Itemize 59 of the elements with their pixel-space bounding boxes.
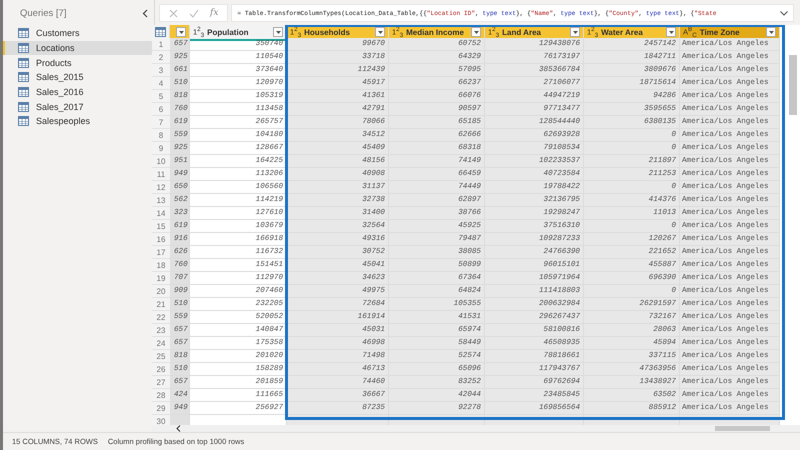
row-number: 16 bbox=[152, 233, 170, 246]
row-number: 9 bbox=[152, 142, 170, 155]
table-icon bbox=[18, 28, 29, 38]
row-number: 1 bbox=[152, 38, 170, 51]
filter-dropdown-icon[interactable] bbox=[375, 27, 385, 37]
collapse-icon[interactable] bbox=[142, 8, 148, 18]
query-item[interactable]: Locations bbox=[3, 40, 152, 56]
chevron-down-icon[interactable] bbox=[780, 10, 788, 16]
row-number: 24 bbox=[152, 337, 170, 350]
row-number: 26 bbox=[152, 363, 170, 376]
query-item[interactable]: Products bbox=[3, 55, 152, 70]
row-number: 2 bbox=[152, 51, 170, 64]
row-number: 12 bbox=[152, 181, 170, 194]
row-number: 21 bbox=[152, 298, 170, 311]
query-item[interactable]: Sales_2016 bbox=[3, 84, 152, 100]
table-icon bbox=[18, 72, 29, 82]
horizontal-scrollbar[interactable] bbox=[715, 426, 770, 431]
row-number: 20 bbox=[152, 285, 170, 298]
row-number: 10 bbox=[152, 155, 170, 168]
row-number: 14 bbox=[152, 207, 170, 220]
scroll-left-icon[interactable] bbox=[176, 425, 181, 432]
row-number: 13 bbox=[152, 194, 170, 207]
filter-dropdown-icon[interactable] bbox=[471, 27, 481, 37]
row-number: 19 bbox=[152, 272, 170, 285]
row-number: 7 bbox=[152, 116, 170, 129]
row-number: 15 bbox=[152, 220, 170, 233]
row-number: 22 bbox=[152, 311, 170, 324]
table-icon bbox=[18, 58, 29, 68]
row-number: 4 bbox=[152, 77, 170, 90]
filter-dropdown-icon[interactable] bbox=[176, 27, 186, 37]
query-item[interactable]: Sales_2015 bbox=[3, 70, 152, 85]
vertical-scrollbar[interactable] bbox=[789, 55, 797, 115]
row-number: 23 bbox=[152, 324, 170, 337]
row-number: 28 bbox=[152, 389, 170, 402]
row-number: 25 bbox=[152, 350, 170, 363]
checkmark-icon[interactable] bbox=[189, 8, 199, 18]
table-icon bbox=[18, 102, 29, 112]
filter-dropdown-icon[interactable] bbox=[666, 27, 676, 37]
filter-dropdown-icon[interactable] bbox=[766, 27, 776, 37]
query-item[interactable]: Salespeoples bbox=[3, 114, 152, 129]
query-item[interactable]: Sales_2017 bbox=[3, 99, 152, 114]
queries-title: Queries [7] bbox=[20, 8, 66, 18]
row-number: 18 bbox=[152, 259, 170, 272]
row-number: 11 bbox=[152, 168, 170, 181]
row-number: 6 bbox=[152, 103, 170, 116]
table-menu-icon[interactable] bbox=[155, 27, 166, 37]
row-number: 29 bbox=[152, 402, 170, 415]
fx-button[interactable]: fx bbox=[210, 8, 218, 18]
row-number: 17 bbox=[152, 246, 170, 259]
table-icon bbox=[18, 87, 29, 98]
filter-dropdown-icon[interactable] bbox=[570, 27, 580, 37]
filter-dropdown-icon[interactable] bbox=[273, 27, 283, 37]
row-number: 3 bbox=[152, 64, 170, 77]
table-icon bbox=[18, 116, 29, 126]
row-number: 27 bbox=[152, 376, 170, 389]
row-number: 8 bbox=[152, 129, 170, 142]
row-number: 5 bbox=[152, 90, 170, 103]
query-item[interactable]: Customers bbox=[3, 26, 152, 41]
table-icon bbox=[18, 43, 29, 54]
